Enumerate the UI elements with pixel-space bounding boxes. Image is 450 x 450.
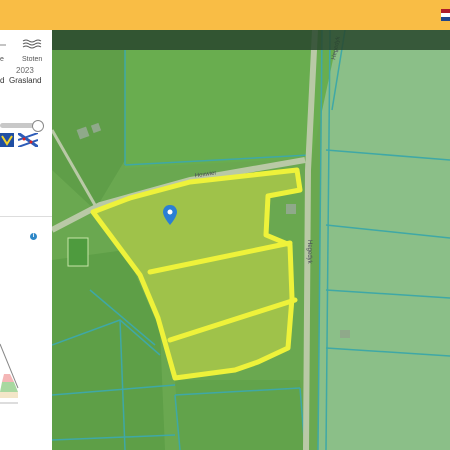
road-label-hegedyk: Hegedyk <box>306 240 312 265</box>
field-east <box>318 30 450 450</box>
year-slider-handle[interactable] <box>32 120 44 132</box>
language-flag-nl[interactable] <box>441 9 450 21</box>
tab-stoten-label[interactable]: Stoten <box>22 56 42 63</box>
tab-left-icon[interactable] <box>0 38 10 52</box>
year-label: 2023 <box>16 66 34 75</box>
field-south <box>175 380 305 450</box>
year-slider-track[interactable] <box>0 123 34 128</box>
sidebar-panel: e Stoten 2023 d Grasland i <box>0 30 53 450</box>
field-north <box>125 50 335 168</box>
waves-icon[interactable] <box>22 38 42 50</box>
map-view[interactable]: Hoxwier Hegedyk Hegedyk <box>52 30 450 450</box>
value-grasland: Grasland <box>9 76 42 85</box>
sidebar-divider <box>0 216 52 217</box>
province-flag-icon <box>0 133 14 147</box>
top-bar <box>0 0 450 30</box>
map-canvas[interactable]: Hoxwier Hegedyk Hegedyk <box>52 30 450 450</box>
friesland-flag-icon <box>18 133 38 147</box>
value-left: d <box>0 76 5 85</box>
pyramid-chart-icon <box>0 343 19 404</box>
tab-left-label: e <box>0 56 4 63</box>
map-header-overlay <box>52 30 450 50</box>
info-icon[interactable]: i <box>30 233 37 240</box>
